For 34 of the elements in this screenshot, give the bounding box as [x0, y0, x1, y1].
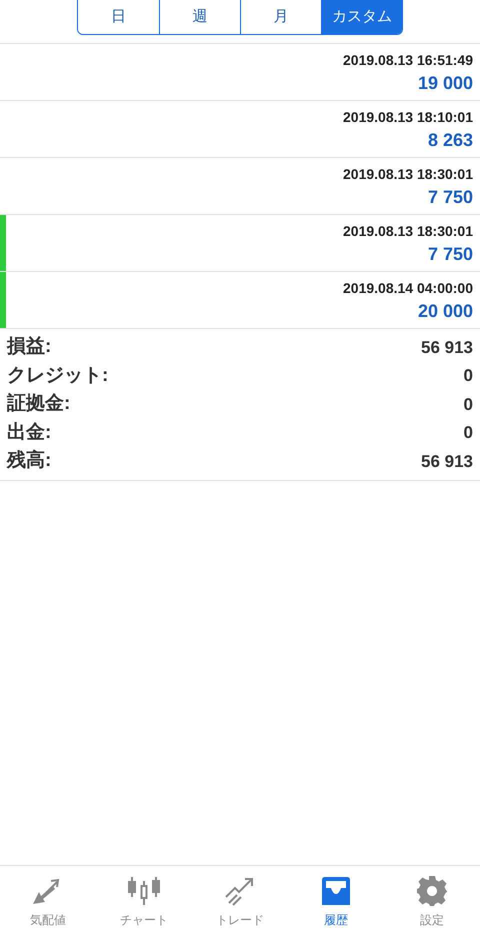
summary-label: 出金: [7, 420, 52, 444]
deal-time: 2019.08.13 18:30:01 [343, 222, 473, 241]
period-tab[interactable]: カスタム [321, 0, 402, 34]
candlestick-icon [127, 875, 161, 907]
summary-value: 56 913 [421, 336, 473, 358]
deal-time: 2019.08.13 18:10:01 [343, 108, 473, 127]
summary-value: 56 913 [421, 450, 473, 472]
summary-label: クレジット: [7, 364, 108, 388]
deal-row[interactable]: 2019.08.13 18:30:01 7 750 [0, 214, 480, 271]
inbox-tray-icon [319, 876, 353, 906]
deal-row[interactable]: 2019.08.13 18:10:01 8 263 [0, 100, 480, 157]
summary-value: 0 [464, 365, 473, 387]
deal-amount: 7 750 [428, 186, 473, 209]
nav-tab[interactable]: 設定 [384, 874, 480, 941]
deal-time: 2019.08.13 18:30:01 [343, 165, 473, 184]
deal-amount: 8 263 [428, 129, 473, 152]
deal-row[interactable]: 2019.08.13 18:30:01 7 750 [0, 157, 480, 214]
nav-tab[interactable]: 気配値 [0, 874, 96, 941]
deal-row[interactable]: 2019.08.14 04:00:00 20 000 [0, 271, 480, 328]
deal-amount: 7 750 [428, 243, 473, 266]
deal-amount: 20 000 [418, 300, 473, 323]
settings-icon [416, 875, 448, 907]
summary-value: 0 [464, 422, 473, 444]
deal-row[interactable]: 2019.08.13 16:51:49 19 000 [0, 43, 480, 100]
summary-label: 損益: [7, 335, 52, 359]
deal-amount: 19 000 [418, 72, 473, 95]
summary-label: 証拠金: [7, 392, 70, 416]
deal-time: 2019.08.14 04:00:00 [343, 279, 473, 298]
summary-label: 残高: [7, 448, 52, 473]
nav-tab[interactable]: チャート [96, 874, 192, 941]
nav-tab[interactable]: 履歴 [288, 874, 384, 941]
nav-tab[interactable]: トレード [192, 874, 288, 941]
deal-time: 2019.08.13 16:51:49 [343, 51, 473, 70]
summary-value: 0 [464, 394, 473, 416]
